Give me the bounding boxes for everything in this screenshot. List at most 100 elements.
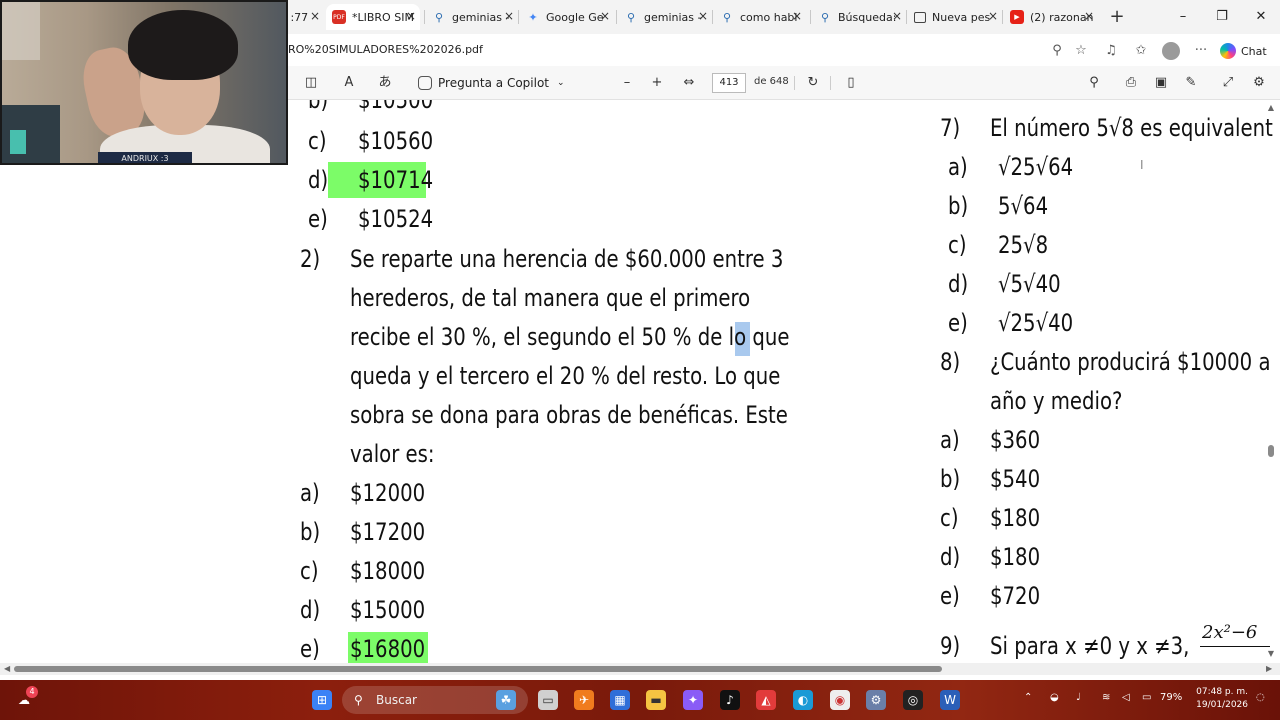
tab-4[interactable]: ⚲ geminias - × xyxy=(620,4,712,30)
favorites-icon[interactable]: ✩ xyxy=(1132,42,1150,60)
option-value: √5√40 xyxy=(998,270,1061,298)
text-cursor-icon: I xyxy=(1140,158,1144,172)
close-tab-icon[interactable]: × xyxy=(502,9,516,23)
option-letter: c) xyxy=(308,127,327,155)
word-icon[interactable]: W xyxy=(940,690,960,710)
scroll-up-arrow-icon[interactable]: ▲ xyxy=(1267,104,1275,112)
search-highlight-icon[interactable]: ☘ xyxy=(496,690,516,710)
tray-app-icon[interactable]: ◒ xyxy=(1050,692,1059,703)
github-icon[interactable]: ◎ xyxy=(903,690,923,710)
option-value: $10500 xyxy=(358,100,434,114)
notifications-bell-icon[interactable]: ◌ xyxy=(1256,692,1265,703)
tab-3[interactable]: ✦ Google Ge × xyxy=(522,4,614,30)
close-tab-icon[interactable]: × xyxy=(986,9,1000,23)
maximize-button[interactable]: ❐ xyxy=(1213,8,1231,26)
scroll-left-arrow-icon[interactable]: ◀ xyxy=(4,665,12,673)
file-explorer-icon[interactable]: ▬ xyxy=(646,690,666,710)
battery-icon[interactable]: ▭ xyxy=(1142,692,1151,703)
save-as-icon[interactable]: ✎ xyxy=(1182,74,1200,92)
minimize-button[interactable]: – xyxy=(1174,8,1192,26)
zoom-icon[interactable]: ⚲ xyxy=(1048,42,1066,60)
close-tab-icon[interactable]: × xyxy=(404,9,418,23)
scroll-down-arrow-icon[interactable]: ▼ xyxy=(1267,650,1275,658)
read-aloud-icon[interactable]: A xyxy=(340,74,358,92)
url-field[interactable]: RO%20SIMULADORES%202026.pdf xyxy=(288,43,483,56)
fit-page-icon[interactable]: ⇔ xyxy=(680,74,698,92)
favorite-star-icon[interactable]: ☆ xyxy=(1072,42,1090,60)
settings-gear-icon[interactable]: ⚙ xyxy=(1250,74,1268,92)
tab-5[interactable]: ⚲ como habl × xyxy=(716,4,806,30)
search-icon: ⚲ xyxy=(354,693,363,707)
tab-title: Google Ge xyxy=(546,10,604,24)
option-value: $10524 xyxy=(358,205,434,233)
tab-6[interactable]: ⚲ Búsqueda: × xyxy=(814,4,906,30)
option-letter: d) xyxy=(940,543,961,571)
close-tab-icon[interactable]: × xyxy=(598,9,612,23)
translate-icon[interactable]: あ xyxy=(376,74,394,92)
store-icon[interactable]: ▦ xyxy=(610,690,630,710)
contents-icon[interactable]: ◫ xyxy=(302,74,320,92)
close-tab-icon[interactable]: × xyxy=(696,9,710,23)
notification-badge: 4 xyxy=(26,686,38,698)
task-view-icon[interactable]: ▭ xyxy=(538,690,558,710)
gemini-icon: ✦ xyxy=(528,10,538,24)
tab-title: geminias - xyxy=(644,10,702,24)
new-tab-button[interactable]: + xyxy=(1108,8,1126,26)
copilot-chat-button[interactable]: Chat xyxy=(1220,41,1267,61)
tab-title: como habl xyxy=(740,10,798,24)
close-tab-icon[interactable]: × xyxy=(890,9,904,23)
pdf-app-icon[interactable]: ◭ xyxy=(756,690,776,710)
profile-avatar[interactable] xyxy=(1162,42,1180,60)
zoom-in-button[interactable]: + xyxy=(648,74,666,92)
close-tab-icon[interactable]: × xyxy=(308,9,322,23)
search-icon: ⚲ xyxy=(626,10,636,24)
tab-2[interactable]: ⚲ geminias - × xyxy=(428,4,518,30)
screen: u :77 × PDF *LIBRO SIM × ⚲ geminias - × … xyxy=(0,0,1280,720)
copilot-ask-icon xyxy=(418,76,432,90)
volume-icon[interactable]: ◁ xyxy=(1122,692,1130,703)
tab-8[interactable]: ▶ (2) razonan × xyxy=(1006,4,1098,30)
option-letter: b) xyxy=(940,465,961,493)
fraction-formula: 2x²−6 xyxy=(1202,622,1258,643)
edge-icon[interactable]: ◐ xyxy=(793,690,813,710)
tab-7[interactable]: Nueva pes × xyxy=(910,4,1002,30)
page-total: de 648 xyxy=(754,76,789,87)
tiktok-icon[interactable]: ♪ xyxy=(720,690,740,710)
horizontal-scrollbar[interactable]: ◀ ▶ xyxy=(0,663,1280,675)
rotate-icon[interactable]: ↻ xyxy=(804,74,822,92)
wifi-icon[interactable]: ≋ xyxy=(1102,692,1110,703)
page-number-input[interactable]: 413 xyxy=(712,73,746,93)
windows-start-icon[interactable]: ⊞ xyxy=(312,690,332,710)
search-icon[interactable]: ⚲ xyxy=(1085,74,1103,92)
clock[interactable]: 07:48 p. m. 19/01/2026 xyxy=(1192,686,1248,712)
settings-gear-icon[interactable]: ⚙ xyxy=(866,690,886,710)
option-value: $10714 xyxy=(358,166,434,194)
app-icon[interactable]: ✈ xyxy=(574,690,594,710)
option-value: $10560 xyxy=(358,127,434,155)
close-tab-icon[interactable]: × xyxy=(790,9,804,23)
fullscreen-icon[interactable]: ⤢ xyxy=(1219,74,1237,92)
vertical-scrollbar[interactable]: ▲ ▼ xyxy=(1266,100,1276,663)
more-menu-icon[interactable]: ··· xyxy=(1192,42,1210,60)
save-icon[interactable]: ▣ xyxy=(1152,74,1170,92)
microphone-icon[interactable]: ♩ xyxy=(1076,692,1081,703)
option-letter: c) xyxy=(948,231,967,259)
scroll-right-arrow-icon[interactable]: ▶ xyxy=(1266,665,1274,673)
option-value: $540 xyxy=(990,465,1041,493)
ask-copilot-button[interactable]: Pregunta a Copilot ⌄ xyxy=(418,74,565,92)
option-letter: b) xyxy=(300,518,321,546)
scroll-thumb[interactable] xyxy=(14,666,942,672)
chevron-up-icon[interactable]: ⌃ xyxy=(1024,692,1032,703)
scroll-thumb[interactable] xyxy=(1268,445,1274,457)
chrome-icon[interactable]: ◉ xyxy=(830,690,850,710)
option-letter: e) xyxy=(308,205,328,233)
tab-1[interactable]: PDF *LIBRO SIM × xyxy=(326,4,420,30)
copilot-app-icon[interactable]: ✦ xyxy=(683,690,703,710)
print-icon[interactable]: ⎙ xyxy=(1122,74,1140,92)
zoom-out-button[interactable]: – xyxy=(618,74,636,92)
close-tab-icon[interactable]: × xyxy=(1082,9,1096,23)
page-view-icon[interactable]: ▯ xyxy=(842,74,860,92)
question-number: 2) xyxy=(300,245,321,273)
read-aloud-icon[interactable]: ♫ xyxy=(1102,42,1120,60)
close-window-button[interactable]: ✕ xyxy=(1252,8,1270,26)
